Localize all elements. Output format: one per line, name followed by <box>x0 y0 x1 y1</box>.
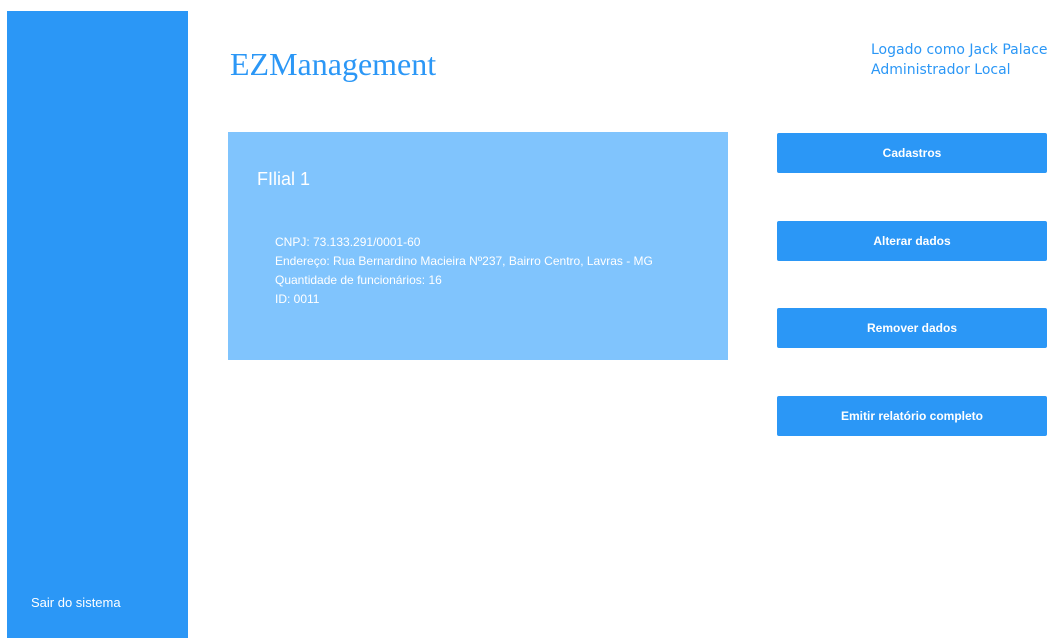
branch-cnpj: CNPJ: 73.133.291/0001-60 <box>275 235 421 249</box>
user-info: Logado como Jack Palace Administrador Lo… <box>857 40 1057 80</box>
user-role-label: Administrador Local <box>871 62 1011 78</box>
branch-details: CNPJ: 73.133.291/0001-60 Endereço: Rua B… <box>275 233 653 309</box>
full-report-button[interactable]: Emitir relatório completo <box>777 396 1047 436</box>
app-brand: EZManagement <box>230 46 437 82</box>
page: Sair do sistema EZManagement Logado como… <box>0 0 1057 638</box>
branch-employees: Quantidade de funcionários: 16 <box>275 273 442 287</box>
branch-id: ID: 0011 <box>275 292 320 306</box>
edit-data-button[interactable]: Alterar dados <box>777 221 1047 261</box>
register-button[interactable]: Cadastros <box>777 133 1047 173</box>
logout-link[interactable]: Sair do sistema <box>31 595 121 610</box>
branch-address: Endereço: Rua Bernardino Macieira Nº237,… <box>275 254 653 268</box>
sidebar: Sair do sistema <box>7 11 188 638</box>
remove-data-button[interactable]: Remover dados <box>777 308 1047 348</box>
logged-user-label: Logado como Jack Palace <box>871 42 1048 58</box>
branch-card: FIlial 1 CNPJ: 73.133.291/0001-60 Endere… <box>228 132 728 360</box>
branch-title: FIlial 1 <box>257 169 311 189</box>
